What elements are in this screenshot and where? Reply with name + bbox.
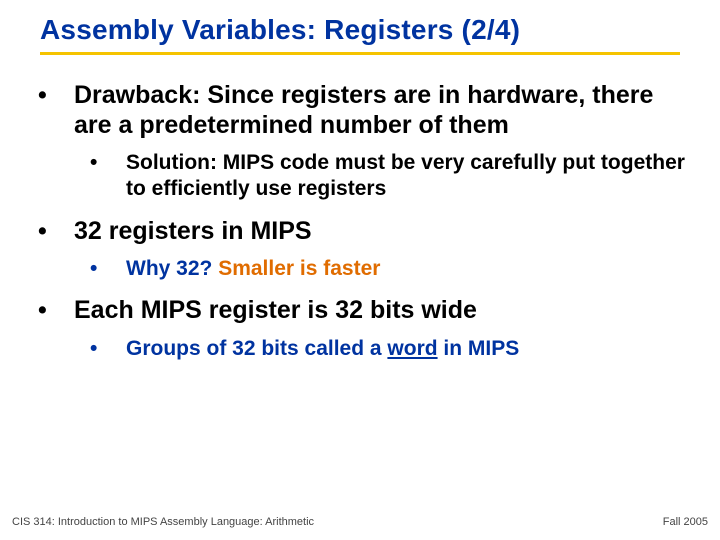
bullet-text-prefix: Groups of 32 bits called a <box>126 337 387 360</box>
bullet-text-word: word <box>387 337 437 360</box>
title-wrap: Assembly Variables: Registers (2/4) <box>0 0 720 46</box>
bullet-text-highlight: Smaller is faster <box>218 257 380 280</box>
bullet-icon: • <box>56 296 74 326</box>
bullet-icon: • <box>56 81 74 111</box>
footer-left: CIS 314: Introduction to MIPS Assembly L… <box>12 516 314 528</box>
bullet-icon: • <box>56 217 74 247</box>
bullet-text-prefix: Why 32? <box>126 257 218 280</box>
bullet-text: Each MIPS register is 32 bits wide <box>74 296 477 324</box>
footer: CIS 314: Introduction to MIPS Assembly L… <box>0 516 720 528</box>
slide-body: • Drawback: Since registers are in hardw… <box>0 55 720 362</box>
slide: Assembly Variables: Registers (2/4) • Dr… <box>0 0 720 540</box>
subbullet-why-32: • Why 32? Smaller is faster <box>40 256 692 282</box>
bullet-text: Solution: MIPS code must be very careful… <box>126 151 685 200</box>
bullet-32-bits-wide: • Each MIPS register is 32 bits wide <box>40 296 692 326</box>
bullet-icon: • <box>108 256 126 282</box>
slide-title: Assembly Variables: Registers (2/4) <box>40 14 720 46</box>
bullet-text: 32 registers in MIPS <box>74 217 312 245</box>
bullet-icon: • <box>108 150 126 176</box>
bullet-text-suffix: in MIPS <box>438 337 520 360</box>
bullet-icon: • <box>108 336 126 362</box>
subbullet-solution: • Solution: MIPS code must be very caref… <box>40 150 692 203</box>
bullet-32-registers: • 32 registers in MIPS <box>40 217 692 247</box>
bullet-drawback: • Drawback: Since registers are in hardw… <box>40 81 692 140</box>
footer-right: Fall 2005 <box>663 516 708 528</box>
bullet-text: Drawback: Since registers are in hardwar… <box>74 81 653 139</box>
subbullet-word: • Groups of 32 bits called a word in MIP… <box>40 336 692 362</box>
